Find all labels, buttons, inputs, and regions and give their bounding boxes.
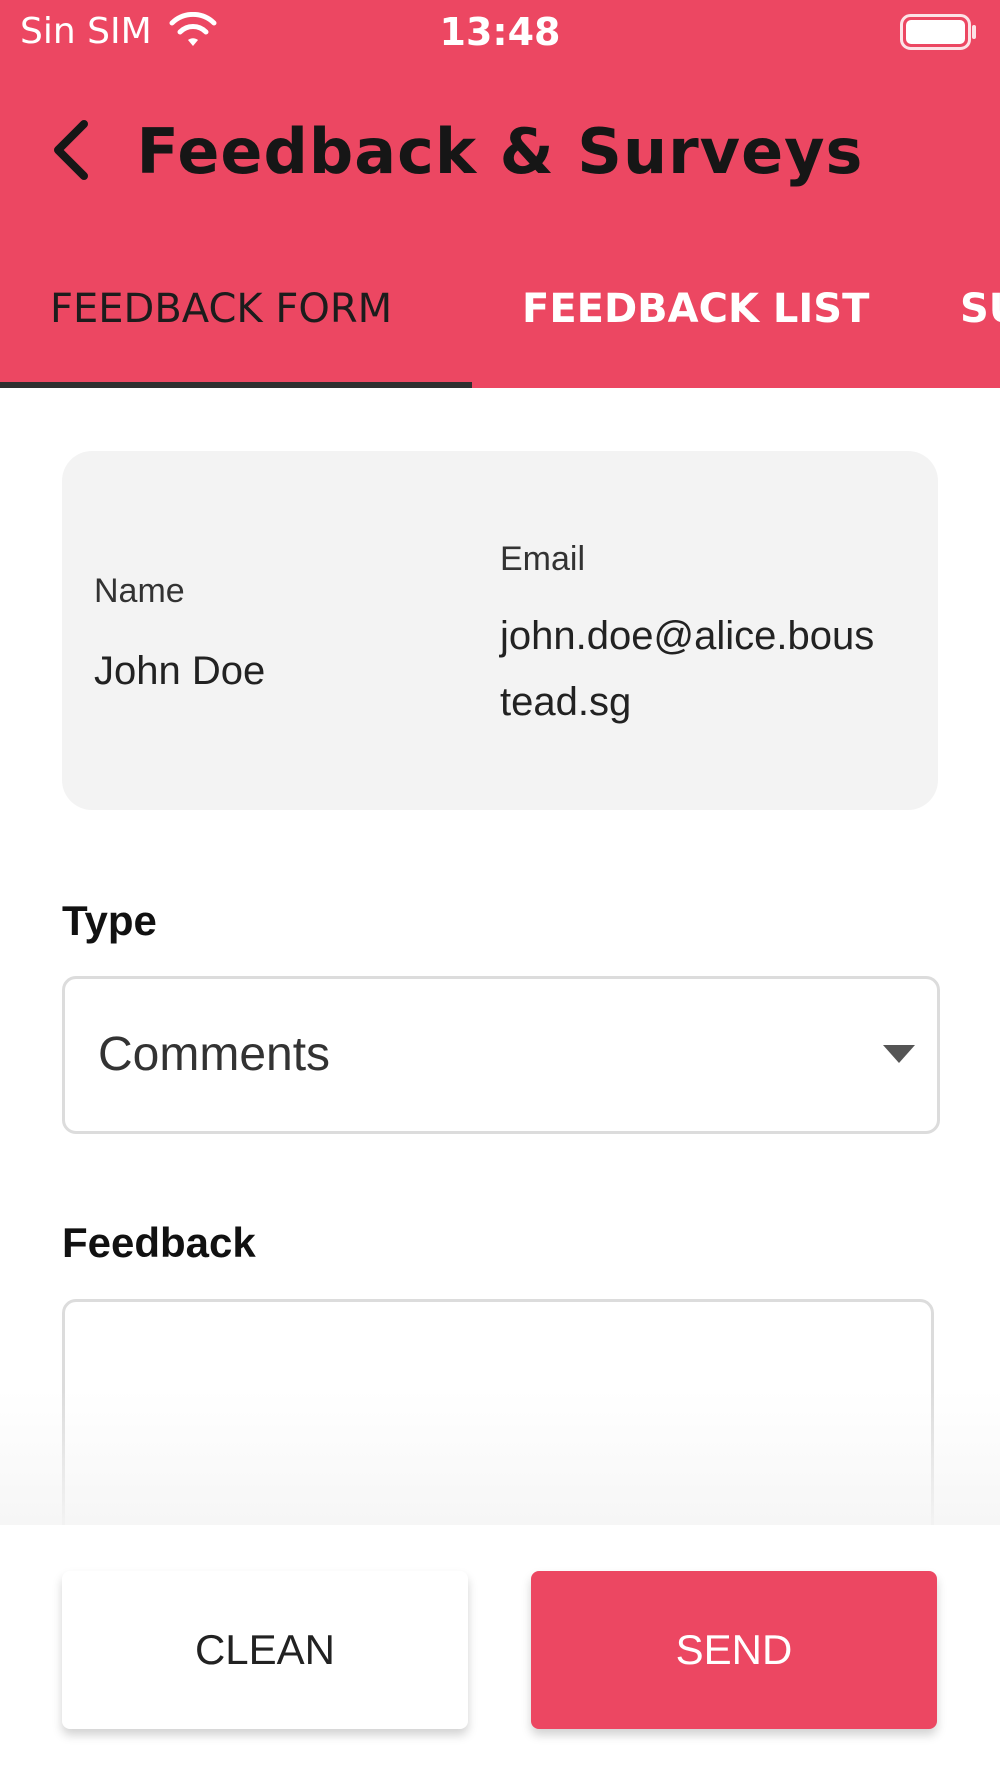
app-header: Sin SIM 13:48 Feedback & Surveys FEEDBAC… bbox=[0, 0, 1000, 388]
tab-surveys[interactable]: SU bbox=[960, 284, 1000, 334]
name-value: John Doe bbox=[94, 649, 266, 693]
tab-bar: FEEDBACK FORM FEEDBACK LIST SU bbox=[0, 262, 1000, 388]
action-bar: CLEAN SEND bbox=[0, 1525, 1000, 1778]
type-label: Type bbox=[62, 897, 157, 944]
status-bar: Sin SIM 13:48 bbox=[0, 0, 1000, 64]
user-info-card: Name John Doe Email john.doe@alice.boust… bbox=[62, 451, 938, 810]
clean-button[interactable]: CLEAN bbox=[62, 1571, 468, 1729]
feedback-label: Feedback bbox=[62, 1219, 256, 1266]
type-selected-value: Comments bbox=[98, 1028, 331, 1081]
battery-icon bbox=[900, 14, 976, 50]
tab-feedback-list[interactable]: FEEDBACK LIST bbox=[522, 284, 869, 334]
email-value: john.doe@alice.boustead.sg bbox=[500, 614, 875, 724]
status-time: 13:48 bbox=[439, 10, 561, 54]
send-button[interactable]: SEND bbox=[531, 1571, 937, 1729]
name-label: Name bbox=[94, 572, 185, 610]
type-select[interactable]: Comments bbox=[62, 976, 940, 1134]
page-title: Feedback & Surveys bbox=[136, 115, 864, 188]
tab-feedback-form[interactable]: FEEDBACK FORM bbox=[50, 284, 392, 334]
active-tab-indicator bbox=[0, 382, 472, 388]
chevron-down-icon bbox=[883, 1045, 915, 1063]
email-label: Email bbox=[500, 540, 586, 578]
